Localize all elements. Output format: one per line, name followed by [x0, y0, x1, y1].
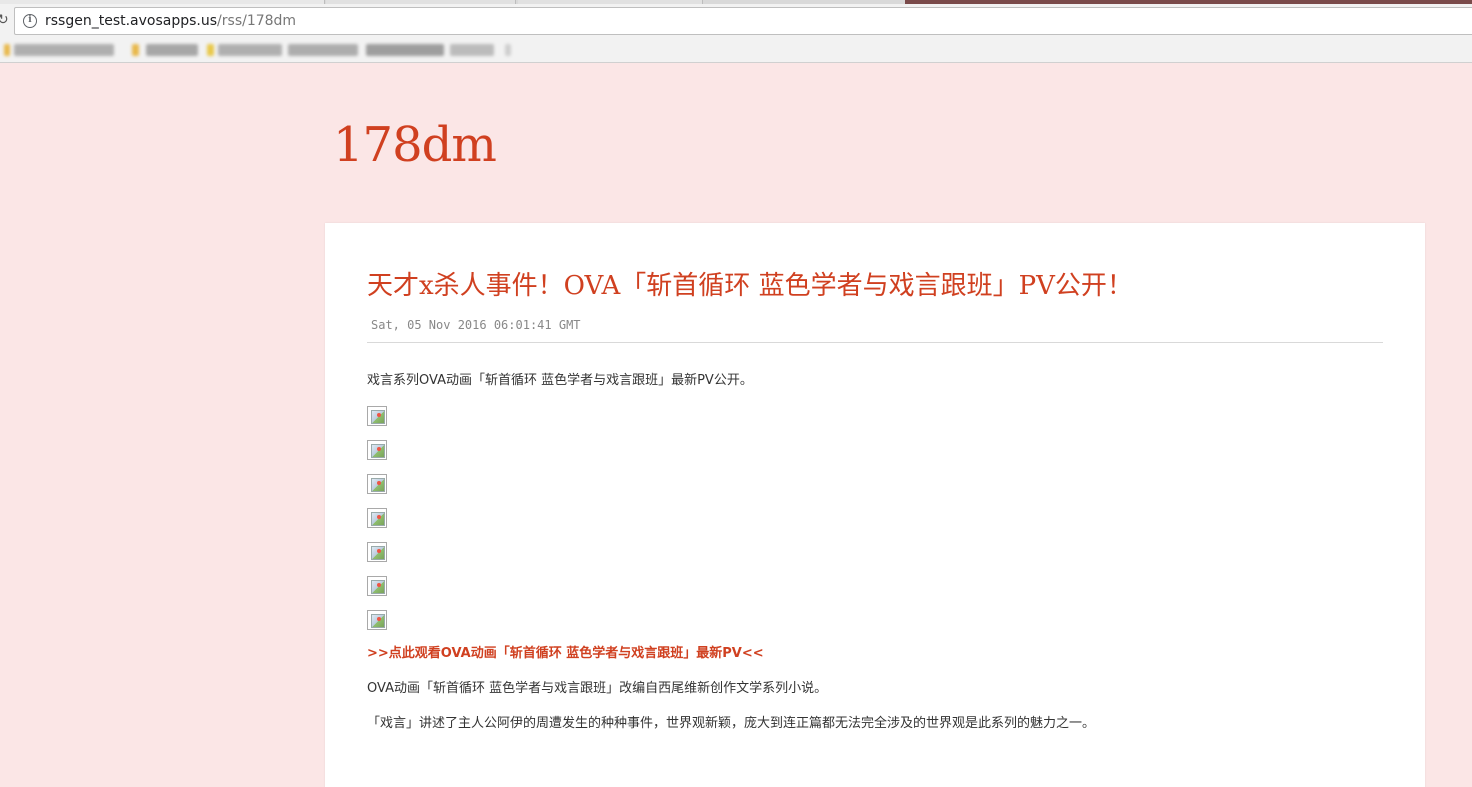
broken-image-icon — [367, 542, 387, 562]
post-card: 天才x杀人事件！OVA「斩首循环 蓝色学者与戏言跟班」PV公开！ Sat, 05… — [325, 223, 1425, 787]
info-icon[interactable]: i — [23, 14, 37, 28]
bookmark-item[interactable] — [218, 44, 282, 56]
bookmark-item[interactable] — [132, 44, 139, 56]
post-title[interactable]: 天才x杀人事件！OVA「斩首循环 蓝色学者与戏言跟班」PV公开！ — [367, 268, 1133, 304]
post-date: Sat, 05 Nov 2016 06:01:41 GMT — [371, 318, 581, 332]
post-paragraph: 「戏言」讲述了主人公阿伊的周遭发生的种种事件，世界观新颖，庞大到连正篇都无法完全… — [367, 716, 1096, 731]
broken-image-icon — [367, 508, 387, 528]
bookmark-item[interactable] — [207, 44, 214, 56]
broken-image-icon — [367, 474, 387, 494]
bookmark-item[interactable] — [288, 44, 358, 56]
bookmark-item[interactable] — [450, 44, 494, 56]
bookmark-item[interactable] — [14, 44, 114, 56]
bookmark-item[interactable] — [146, 44, 198, 56]
bookmarks-bar — [0, 38, 1472, 63]
broken-image-icon — [367, 406, 387, 426]
bookmark-item[interactable] — [4, 44, 10, 56]
broken-image-icon — [367, 576, 387, 596]
broken-image-icon — [367, 610, 387, 630]
post-paragraph: OVA动画「斩首循环 蓝色学者与戏言跟班」改编自西尾维新创作文学系列小说。 — [367, 681, 828, 696]
bookmark-item[interactable] — [366, 44, 444, 56]
bookmark-item[interactable] — [505, 44, 511, 56]
reload-icon[interactable]: ↻ — [0, 13, 9, 27]
watch-pv-link[interactable]: >>点此观看OVA动画「斩首循环 蓝色学者与戏言跟班」最新PV<< — [367, 645, 764, 663]
address-bar[interactable]: i rssgen_test.avosapps.us/rss/178dm — [14, 7, 1472, 35]
url-text[interactable]: rssgen_test.avosapps.us/rss/178dm — [45, 13, 296, 29]
site-title[interactable]: 178dm — [333, 115, 497, 175]
browser-toolbar: ↻ i rssgen_test.avosapps.us/rss/178dm — [0, 4, 1472, 38]
url-path: /rss/178dm — [217, 13, 297, 29]
url-host: rssgen_test.avosapps.us — [45, 13, 218, 29]
post-intro: 戏言系列OVA动画「斩首循环 蓝色学者与戏言跟班」最新PV公开。 — [367, 373, 753, 388]
broken-image-icon — [367, 440, 387, 460]
divider — [367, 342, 1383, 343]
